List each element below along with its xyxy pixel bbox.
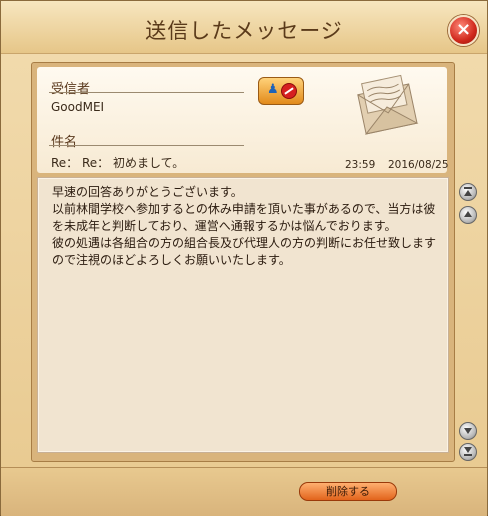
message-body-text: 早速の回答ありがとうございます。 以前林間学校へ参加するとの休み申請を頂いた事が…: [52, 185, 437, 267]
chevron-up-icon: [464, 211, 472, 217]
scroll-down-button[interactable]: [459, 422, 477, 440]
scroll-top-bar-icon: [464, 187, 472, 189]
person-icon: ♟: [267, 82, 279, 97]
chevron-down-icon: [464, 428, 472, 434]
block-icon: [281, 83, 297, 99]
scroll-top-icon: [464, 190, 472, 196]
recipient-label: 受信者: [51, 82, 91, 97]
window-title: 送信したメッセージ: [145, 19, 343, 43]
subject-value: Re： Re： 初めまして。: [51, 156, 185, 170]
scroll-top-button[interactable]: [459, 183, 477, 201]
subject-label: 件名: [51, 135, 78, 150]
close-button[interactable]: ×: [448, 15, 479, 46]
scroll-bottom-bar-icon: [464, 454, 472, 456]
close-icon: ×: [455, 19, 472, 40]
footer-bar: [1, 467, 487, 516]
scroll-bottom-icon: [464, 447, 472, 453]
sent-date: 2016/08/25: [388, 159, 449, 171]
message-window: 送信したメッセージ × 受信者 GoodMEI ♟ 件名 Re： Re： 初めま…: [0, 0, 488, 516]
contact-block-button[interactable]: ♟: [258, 77, 304, 105]
scroll-up-button[interactable]: [459, 206, 477, 224]
scroll-bottom-button[interactable]: [459, 443, 477, 461]
delete-button[interactable]: 削除する: [299, 482, 397, 501]
recipient-divider: [49, 92, 244, 93]
sent-time: 23:59: [345, 159, 376, 171]
message-body-area[interactable]: 早速の回答ありがとうございます。 以前林間学校へ参加するとの休み申請を頂いた事が…: [37, 177, 449, 453]
delete-button-label: 削除する: [326, 485, 370, 498]
title-bar: 送信したメッセージ ×: [1, 1, 487, 54]
recipient-value: GoodMEI: [51, 100, 105, 114]
subject-divider: [49, 145, 244, 146]
envelope-letter-icon: [357, 74, 419, 135]
